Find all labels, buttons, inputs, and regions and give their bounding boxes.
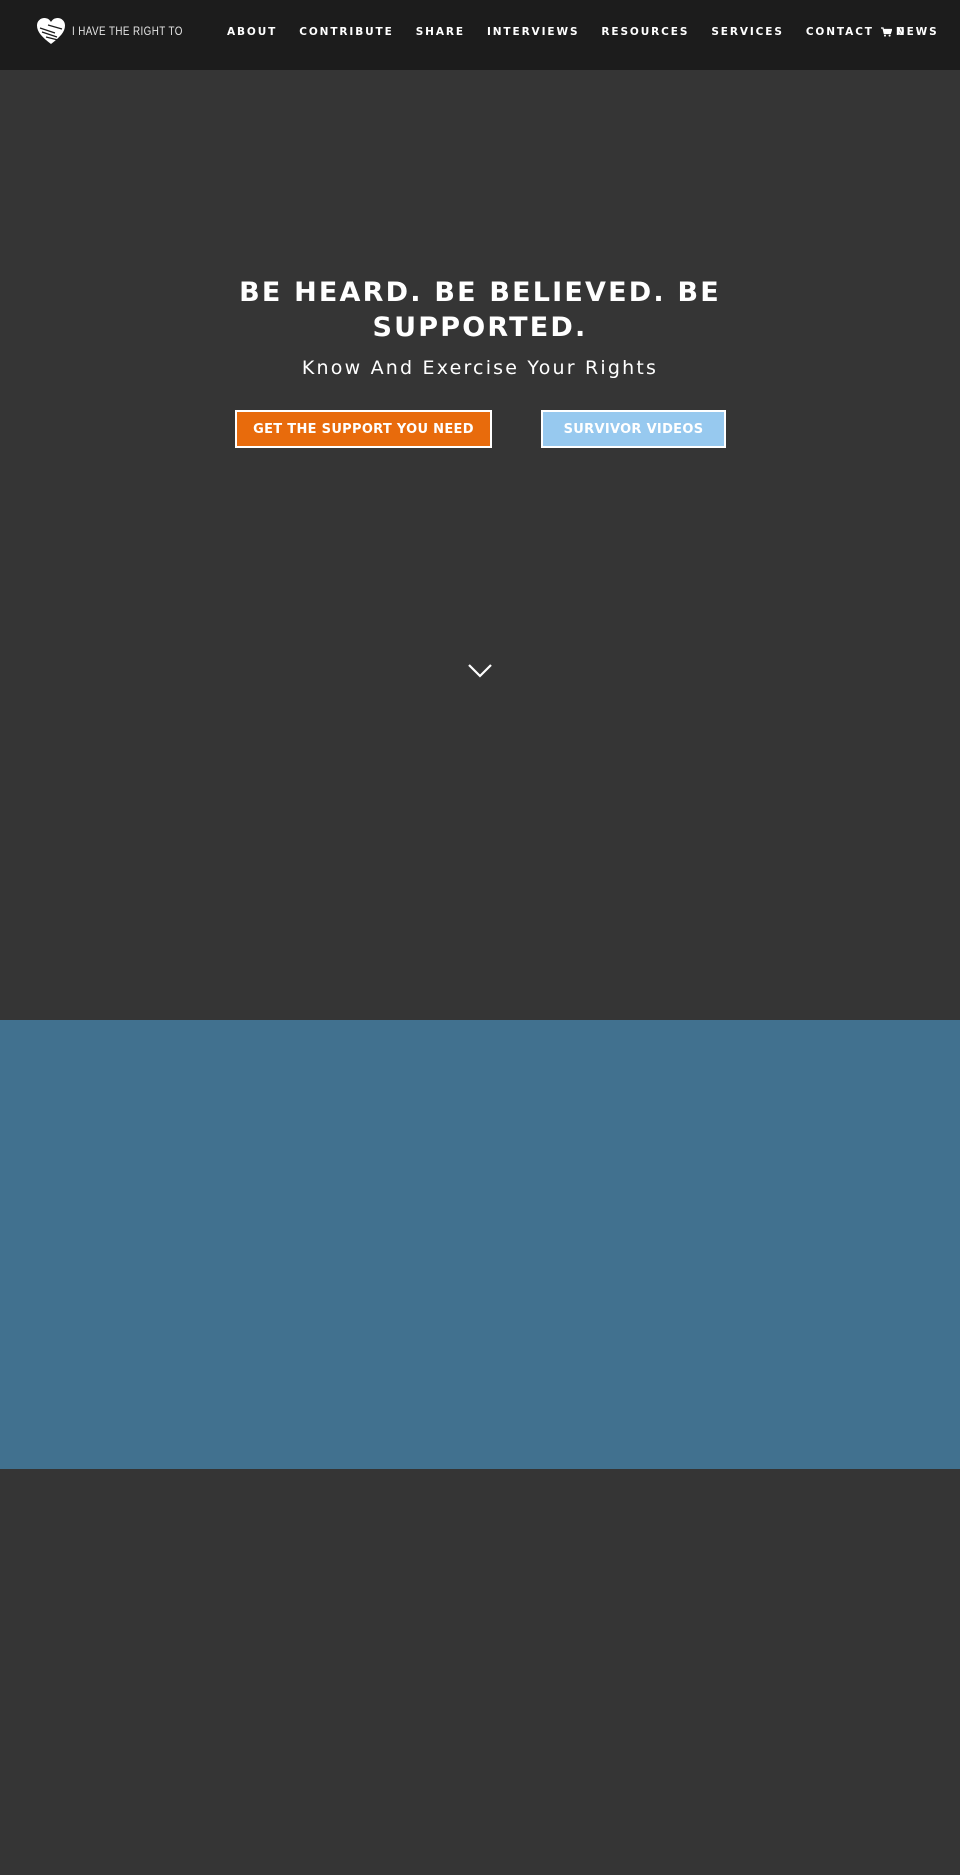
nav-item-about[interactable]: ABOUT [227, 26, 277, 38]
heart-hands-icon [37, 18, 65, 44]
blue-section [0, 1020, 960, 1469]
dark-section [0, 1469, 960, 1875]
nav-item-share[interactable]: SHARE [416, 26, 465, 38]
survivor-videos-button[interactable]: SURVIVOR VIDEOS [541, 410, 726, 448]
cart-button[interactable]: 0 [881, 26, 904, 38]
nav-item-interviews[interactable]: INTERVIEWS [487, 26, 579, 38]
nav-item-resources[interactable]: RESOURCES [601, 26, 689, 38]
cart-count: 0 [897, 26, 905, 38]
top-navbar: I HAVE THE RIGHT TO ABOUT CONTRIBUTE SHA… [0, 0, 960, 70]
nav-item-contribute[interactable]: CONTRIBUTE [299, 26, 393, 38]
get-support-button[interactable]: GET THE SUPPORT YOU NEED [235, 410, 492, 448]
hero-subtitle: Know And Exercise Your Rights [301, 357, 659, 379]
main-nav: ABOUT CONTRIBUTE SHARE INTERVIEWS RESOUR… [227, 26, 960, 38]
nav-item-services[interactable]: SERVICES [711, 26, 784, 38]
hero-section: BE HEARD. BE BELIEVED. BE SUPPORTED. Kno… [0, 70, 960, 1020]
site-logo-text: I HAVE THE RIGHT TO [72, 24, 183, 38]
hero-title: BE HEARD. BE BELIEVED. BE SUPPORTED. [239, 277, 721, 343]
chevron-down-icon[interactable] [467, 663, 493, 679]
nav-item-contact[interactable]: CONTACT [806, 26, 874, 38]
cart-icon [881, 27, 892, 37]
site-logo[interactable]: I HAVE THE RIGHT TO [36, 16, 207, 46]
